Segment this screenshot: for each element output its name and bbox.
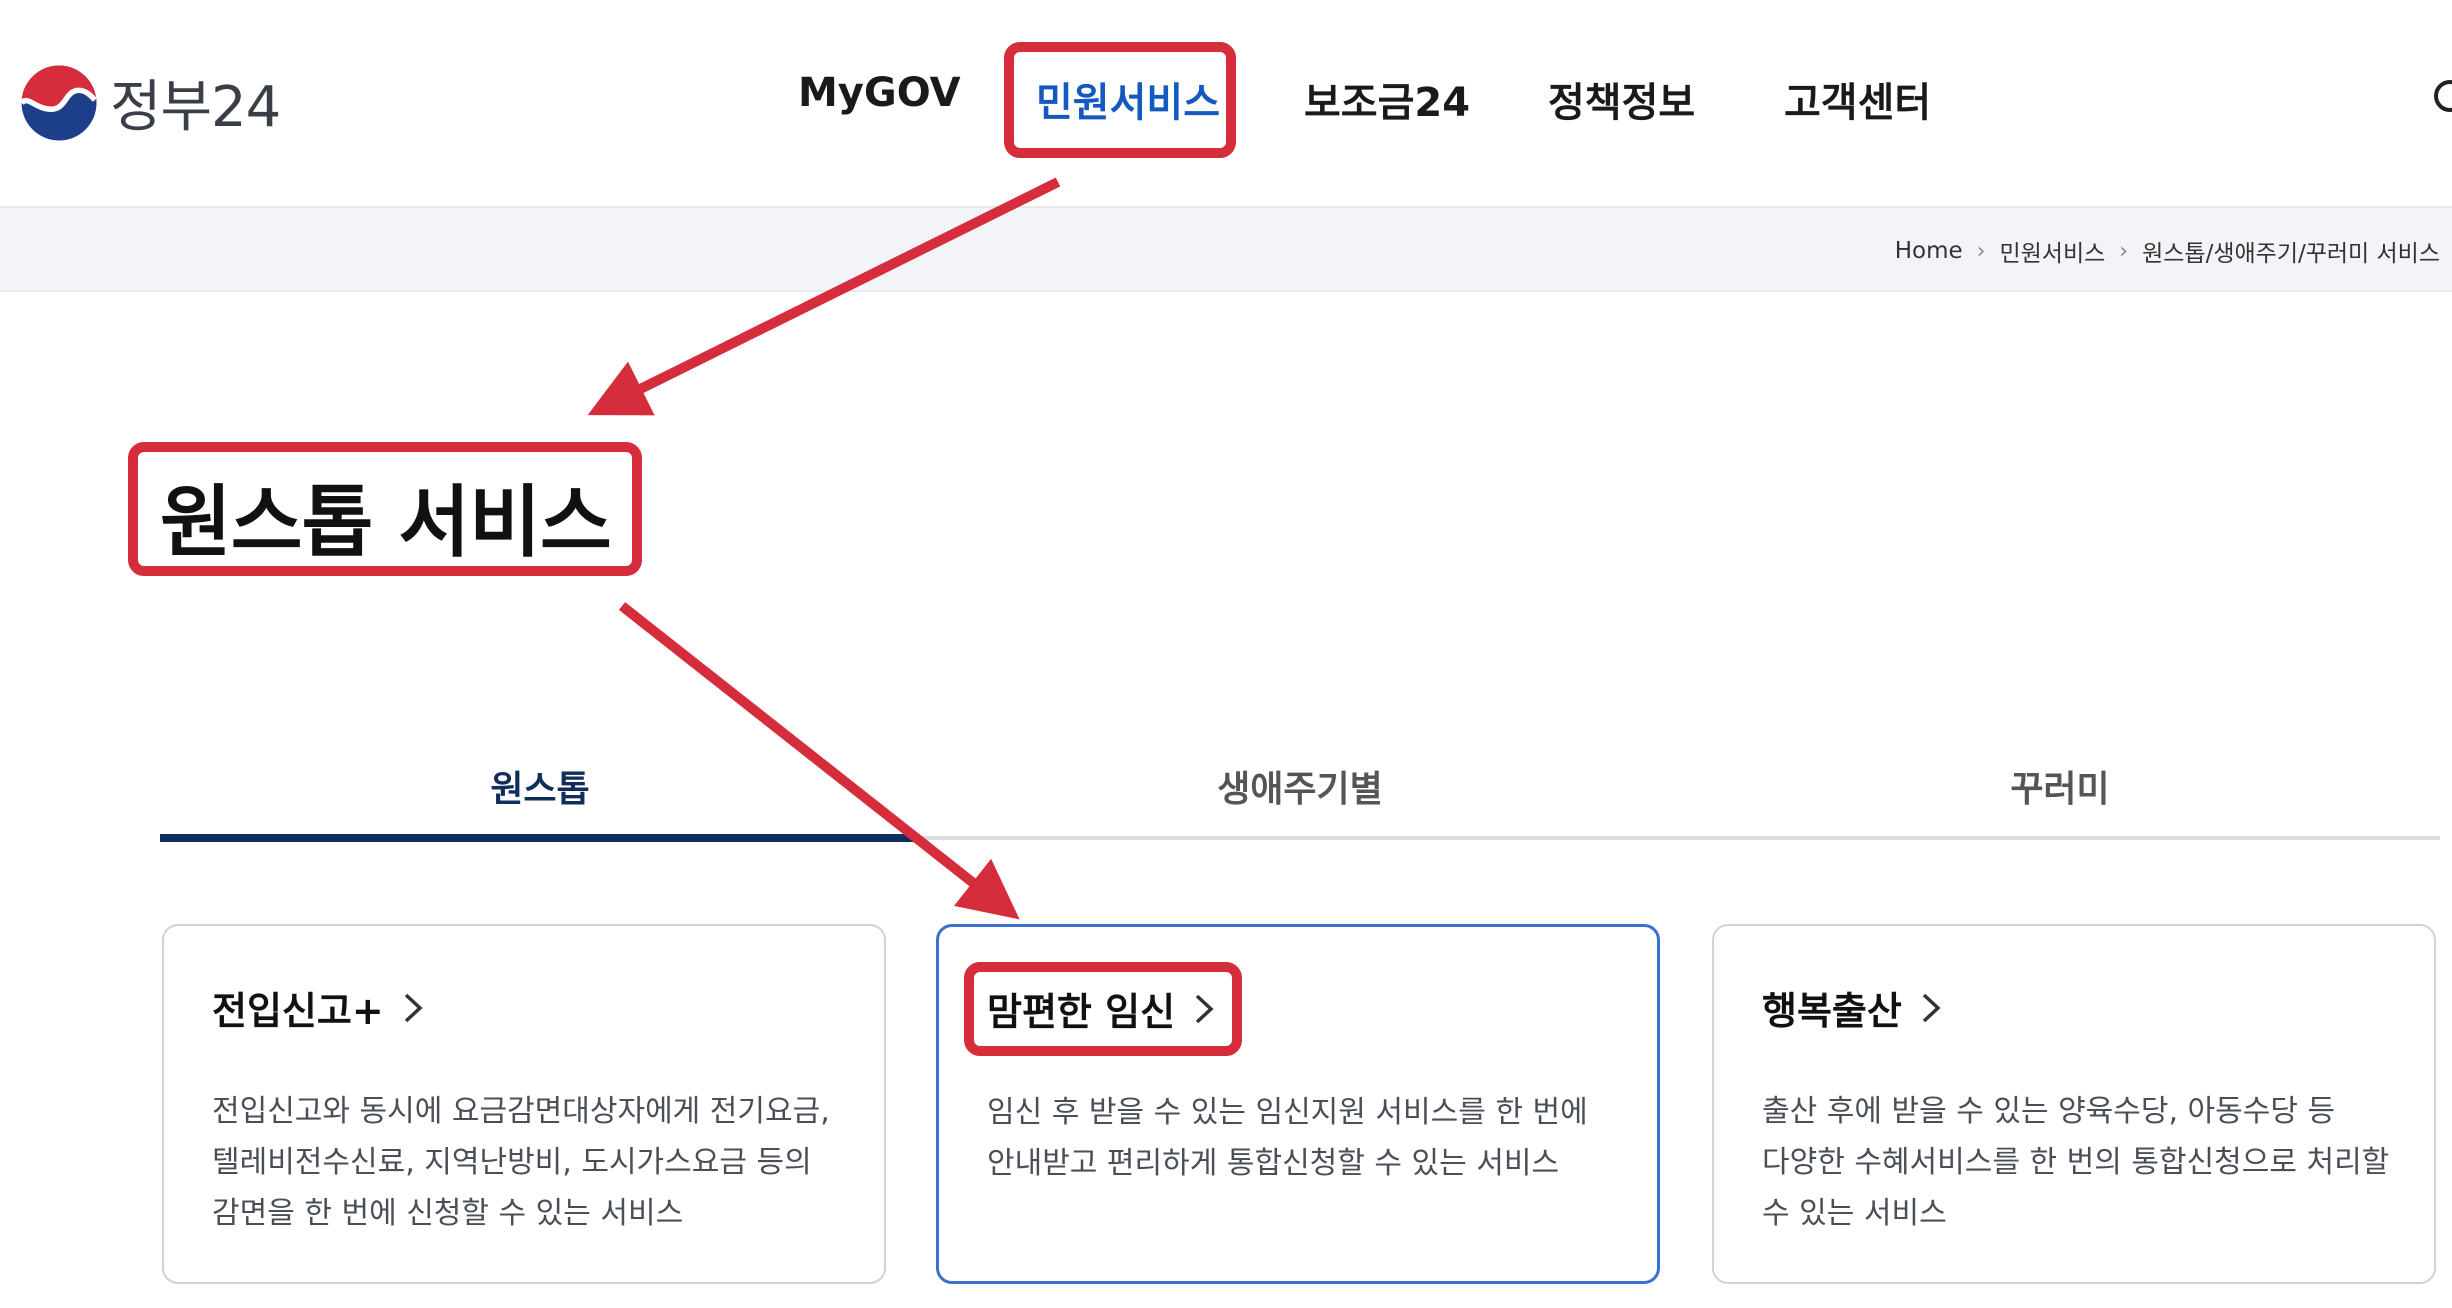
tab-onestop[interactable]: 원스톱 [160,760,920,840]
card-title-text: 맘편한 임신 [987,990,1176,1034]
nav-customer-center[interactable]: 고객센터 [1784,70,1931,128]
card-happy-birth[interactable]: 행복출산 출산 후에 받을 수 있는 양육수당, 아동수당 등 다양한 수혜서비… [1712,924,2436,1284]
breadcrumb: Home › 민원서비스 › 원스톱/생애주기/꾸러미 서비스 [1895,234,2440,268]
nav-civil-service[interactable]: 민원서비스 [1036,70,1220,128]
card-description: 출산 후에 받을 수 있는 양육수당, 아동수당 등 다양한 수혜서비스를 한 … [1762,1094,2390,1231]
site-header: 정부24 MyGOV 민원서비스 보조금24 정책정보 고객센터 [0,0,2452,208]
card-title-text: 전입신고+ [212,989,384,1033]
breadcrumb-civil-service[interactable]: 민원서비스 [1999,234,2105,268]
card-title: 전입신고+ [212,980,424,1035]
logo[interactable]: 정부24 [20,62,281,143]
nav-subsidy24[interactable]: 보조금24 [1304,70,1470,128]
chevron-right-icon [1922,993,1941,1022]
card-description: 전입신고와 동시에 요금감면대상자에게 전기요금, 텔레비전수신료, 지역난방비… [212,1094,830,1231]
nav-policy-info[interactable]: 정책정보 [1548,70,1695,128]
logo-text: 정부24 [110,75,281,140]
nav-mygov[interactable]: MyGOV [798,70,961,116]
breadcrumb-bar: Home › 민원서비스 › 원스톱/생애주기/꾸러미 서비스 [0,208,2452,292]
chevron-right-icon [1195,994,1214,1023]
card-title: 행복출산 [1762,980,1942,1035]
page-title: 원스톱 서비스 [160,478,612,568]
search-icon[interactable] [2432,78,2452,122]
card-title-text: 행복출산 [1762,989,1902,1033]
tab-package[interactable]: 꾸러미 [1680,760,2440,840]
breadcrumb-current: 원스톱/생애주기/꾸러미 서비스 [2142,241,2440,267]
chevron-right-icon [404,993,423,1022]
breadcrumb-home[interactable]: Home [1895,238,1963,264]
chevron-right-icon: › [2119,238,2129,264]
card-easy-pregnancy[interactable]: 맘편한 임신 임신 후 받을 수 있는 임신지원 서비스를 한 번에 안내받고 … [936,924,1660,1284]
chevron-right-icon: › [1976,238,1986,264]
card-move-in-report[interactable]: 전입신고+ 전입신고와 동시에 요금감면대상자에게 전기요금, 텔레비전수신료,… [162,924,886,1284]
taegeuk-logo-icon [20,65,97,140]
arrow-title-to-card [618,602,1020,920]
card-description: 임신 후 받을 수 있는 임신지원 서비스를 한 번에 안내받고 편리하게 통합… [987,1095,1588,1181]
tab-life-cycle[interactable]: 생애주기별 [920,760,1680,840]
card-title: 맘편한 임신 [987,981,1215,1036]
